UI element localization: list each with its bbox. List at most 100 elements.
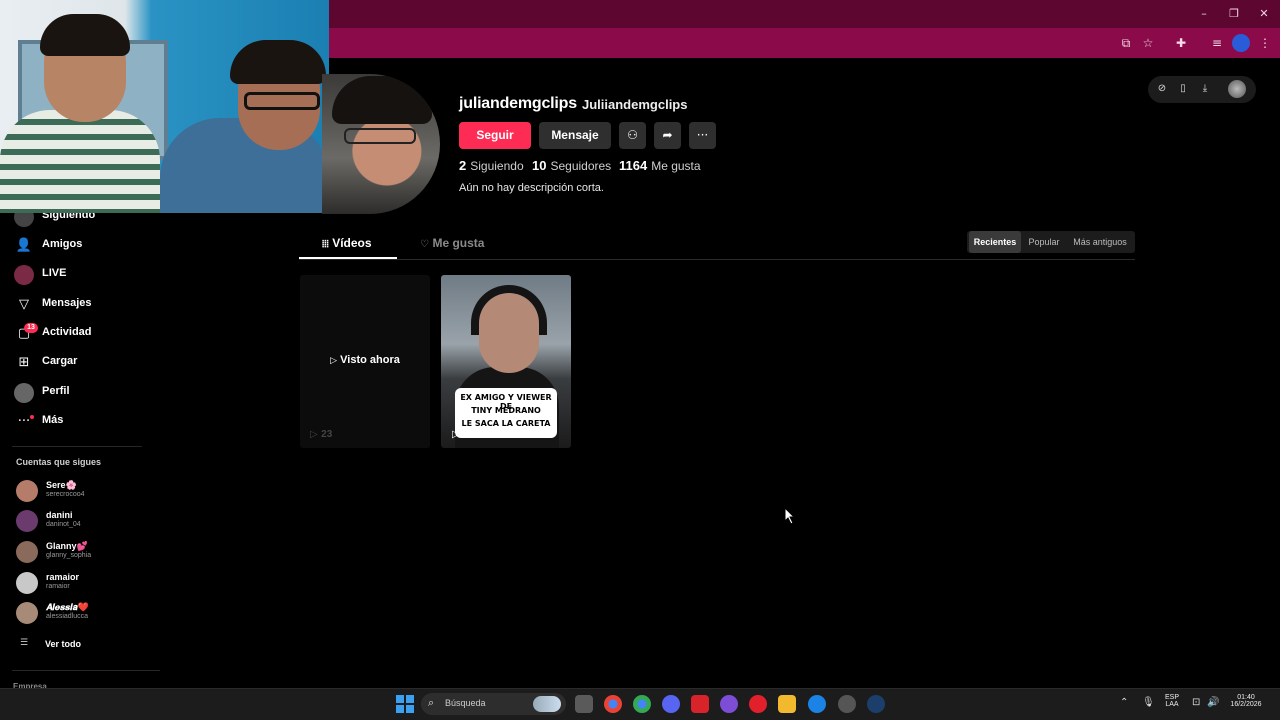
account-handle: alessiadlucca bbox=[46, 613, 89, 620]
sidebar-item-messages[interactable]: ▽ Mensajes bbox=[14, 294, 164, 316]
webcam-overlay bbox=[0, 0, 329, 213]
tab-videos[interactable]: ⦙⦙⦙ Vídeos bbox=[322, 236, 372, 250]
profile-display-name: Juliiandemgclips bbox=[582, 97, 688, 112]
file-explorer-icon[interactable] bbox=[778, 695, 796, 713]
avatar bbox=[16, 572, 38, 594]
account-handle: glanny_sophia bbox=[46, 552, 92, 559]
followed-account[interactable]: Glanny💕 glanny_sophia bbox=[16, 541, 166, 567]
steam-icon[interactable] bbox=[867, 695, 885, 713]
taskbar-search[interactable]: ⌕ Búsqueda bbox=[421, 693, 566, 715]
stat-followers[interactable]: 10 Seguidores bbox=[532, 158, 611, 173]
see-all-button[interactable]: ☰ Ver todo bbox=[16, 637, 136, 653]
avatar-hair bbox=[332, 76, 432, 124]
sidebar-item-label: Más bbox=[42, 414, 64, 426]
avatar bbox=[16, 541, 38, 563]
stat-value: 1164 bbox=[619, 158, 648, 173]
followed-account[interactable]: Sere🌸 serecrocoo4 bbox=[16, 480, 166, 506]
opera-gx-icon[interactable] bbox=[749, 695, 767, 713]
account-name: ramaior bbox=[46, 572, 80, 582]
grid-icon: ⦙⦙⦙ bbox=[322, 239, 333, 250]
avatar-glasses bbox=[344, 128, 416, 144]
sort-popular[interactable]: Popular bbox=[1024, 231, 1064, 253]
share-icon[interactable]: ➦ bbox=[654, 122, 681, 149]
see-all-label: Ver todo bbox=[45, 639, 82, 649]
clock-time: 01:40 bbox=[1237, 694, 1255, 701]
profile-bio: Aún no hay descripción corta. bbox=[459, 182, 604, 194]
minimize-button[interactable]: – bbox=[1196, 6, 1212, 22]
add-friend-icon[interactable]: ⚇ bbox=[619, 122, 646, 149]
heart-icon: ♡ bbox=[420, 239, 433, 250]
star-icon[interactable]: ☆ bbox=[1139, 34, 1157, 52]
webcam-person-right-hair bbox=[230, 40, 326, 84]
restore-button[interactable]: ❐ bbox=[1226, 6, 1242, 22]
stat-likes: 1164 Me gusta bbox=[619, 158, 701, 173]
followed-account[interactable]: ramaior ramaior bbox=[16, 572, 166, 598]
follow-button[interactable]: Seguir bbox=[459, 122, 531, 149]
webcam-glasses bbox=[244, 92, 320, 110]
thumbnail-headphones bbox=[471, 285, 547, 335]
settings-icon[interactable] bbox=[838, 695, 856, 713]
play-icon: ▷ bbox=[452, 429, 464, 440]
followed-account[interactable]: danini daninot_04 bbox=[16, 510, 166, 536]
volume-icon[interactable]: 🔊 bbox=[1207, 697, 1219, 708]
microphone-icon[interactable]: 🎙 bbox=[1142, 697, 1155, 708]
tray-chevron-icon[interactable]: ⌃ bbox=[1120, 697, 1128, 708]
profile-avatar[interactable] bbox=[322, 74, 440, 214]
more-indicator-dot bbox=[30, 415, 34, 419]
search-placeholder: Búsqueda bbox=[445, 698, 486, 708]
close-button[interactable]: ✕ bbox=[1256, 6, 1272, 22]
tab-label: Vídeos bbox=[332, 236, 372, 250]
notification-badge: 13 bbox=[24, 323, 38, 333]
video-view-count: ▷ 83.2K bbox=[452, 429, 490, 440]
account-handle: ramaior bbox=[46, 583, 70, 590]
avatar bbox=[16, 510, 38, 532]
sidebar-item-profile[interactable]: Perfil bbox=[14, 382, 164, 404]
sidebar-item-friends[interactable]: 👤 Amigos bbox=[14, 235, 164, 257]
sidebar-item-label: Cargar bbox=[42, 355, 78, 367]
media-control-icon[interactable]: ≡ bbox=[1208, 34, 1226, 52]
video-caption-line: TINY MEDRANO bbox=[471, 406, 541, 415]
phone-icon[interactable]: ▯ bbox=[1176, 82, 1190, 96]
user-avatar[interactable] bbox=[1228, 80, 1246, 98]
stat-label: Me gusta bbox=[651, 159, 701, 173]
profile-avatar-icon bbox=[14, 383, 34, 403]
video-caption-line: LE SACA LA CARETA bbox=[461, 419, 551, 428]
sidebar-item-upload[interactable]: ⊞ Cargar bbox=[14, 352, 164, 374]
discord-icon[interactable] bbox=[662, 695, 680, 713]
sort-oldest[interactable]: Más antiguos bbox=[1068, 231, 1132, 253]
stat-following[interactable]: 2 Siguiendo bbox=[459, 158, 524, 173]
messages-icon: ▽ bbox=[19, 297, 29, 312]
sidebar-item-more[interactable]: ··· Más bbox=[14, 411, 164, 433]
chrome-alt-icon[interactable] bbox=[633, 695, 651, 713]
tab-label: Me gusta bbox=[432, 236, 485, 250]
menu-icon[interactable]: ⋮ bbox=[1256, 34, 1274, 52]
chrome-icon[interactable] bbox=[604, 695, 622, 713]
download-icon[interactable]: ⤓ bbox=[1198, 82, 1212, 96]
view-count-value: 83.2K bbox=[463, 429, 490, 440]
windows-start-icon[interactable] bbox=[396, 695, 414, 713]
task-view-icon[interactable] bbox=[575, 695, 593, 713]
friends-icon: 👤 bbox=[15, 238, 33, 253]
extensions-icon[interactable]: ✚ bbox=[1172, 34, 1190, 52]
account-name: 𝑨𝒍𝒆𝒔𝒔𝒊𝒂❤️ bbox=[46, 602, 89, 612]
language-indicator[interactable]: ESP LAA bbox=[1160, 694, 1184, 708]
more-options-icon[interactable]: ··· bbox=[689, 122, 716, 149]
account-name: Glanny💕 bbox=[46, 541, 88, 551]
clock[interactable]: 01:40 16/2/2026 bbox=[1224, 694, 1268, 708]
tab-likes[interactable]: ♡ Me gusta bbox=[420, 236, 484, 250]
followed-account[interactable]: 𝑨𝒍𝒆𝒔𝒔𝒊𝒂❤️ alessiadlucca bbox=[16, 602, 166, 628]
webcam-person-left-hair bbox=[40, 14, 130, 56]
avatar bbox=[16, 480, 38, 502]
install-app-icon[interactable]: ⧉ bbox=[1117, 34, 1135, 52]
language-code: ESP bbox=[1164, 694, 1179, 701]
sort-recent[interactable]: Recientes bbox=[969, 231, 1021, 253]
sidebar-item-label: Actividad bbox=[42, 326, 92, 338]
profile-icon[interactable] bbox=[1232, 34, 1250, 52]
edge-icon[interactable] bbox=[808, 695, 826, 713]
purple-app-icon[interactable] bbox=[720, 695, 738, 713]
message-button[interactable]: Mensaje bbox=[539, 122, 611, 149]
sidebar-item-live[interactable]: LIVE bbox=[14, 264, 164, 286]
network-icon[interactable]: ⊡ bbox=[1192, 697, 1200, 708]
red-app-icon[interactable] bbox=[691, 695, 709, 713]
coin-icon[interactable]: ⊘ bbox=[1155, 82, 1169, 96]
